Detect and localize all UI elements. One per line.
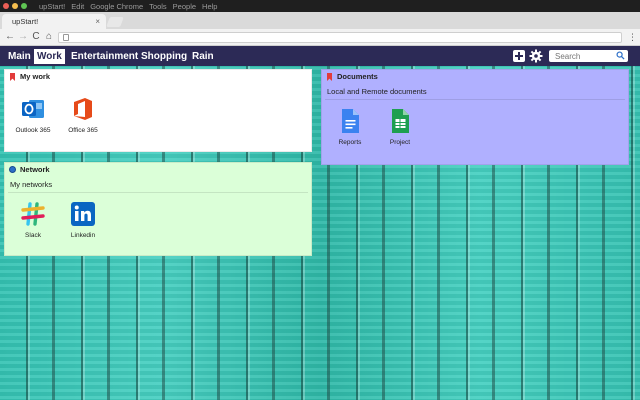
- tile-label: Linkedin: [70, 232, 96, 239]
- maximize-window-button[interactable]: [21, 3, 27, 9]
- office-icon: [70, 96, 96, 122]
- tile-reports[interactable]: Reports: [328, 108, 372, 146]
- close-window-button[interactable]: [3, 3, 9, 9]
- nav-main[interactable]: Main: [5, 49, 34, 64]
- tile-label: Office 365: [68, 127, 98, 134]
- browser-toolbar: ← → C ⌂ ⋮: [0, 29, 640, 46]
- panel-title: Network: [20, 165, 50, 174]
- panel-divider: [325, 99, 625, 100]
- sheets-icon: [387, 108, 413, 134]
- panel-header: Documents: [322, 70, 628, 83]
- page-background: Main Work Entertainment Shopping Rain My…: [0, 46, 640, 400]
- tile-label: Reports: [338, 139, 362, 146]
- window-titlebar: upStart! Edit Google Chrome Tools People…: [0, 0, 640, 12]
- page-icon: [63, 34, 69, 41]
- search-icon[interactable]: [616, 51, 625, 60]
- panel-divider: [8, 192, 308, 193]
- forward-icon[interactable]: →: [17, 30, 29, 44]
- tile-project[interactable]: Project: [378, 108, 422, 146]
- tile-outlook-365[interactable]: Outlook 365: [11, 96, 55, 134]
- search-box: [549, 50, 628, 62]
- tile-linkedin[interactable]: Linkedin: [61, 201, 105, 239]
- tab-title: upStart!: [12, 17, 39, 26]
- app-nav-bar: Main Work Entertainment Shopping Rain: [0, 46, 640, 66]
- menu-people[interactable]: People: [173, 1, 196, 12]
- tile-label: Slack: [25, 232, 41, 239]
- menu-tools[interactable]: Tools: [149, 1, 167, 12]
- tile-label: Project: [389, 139, 411, 146]
- nav-rain[interactable]: Rain: [189, 49, 217, 64]
- tab-strip: upStart! ×: [0, 12, 640, 29]
- globe-icon: [9, 166, 16, 173]
- panel-title: Documents: [337, 72, 378, 81]
- tile-slack[interactable]: Slack: [11, 201, 55, 239]
- menu-help[interactable]: Help: [202, 1, 217, 12]
- outlook-icon: [20, 96, 46, 122]
- nav-entertainment[interactable]: Entertainment: [68, 49, 141, 64]
- menu-app[interactable]: upStart!: [39, 1, 65, 12]
- panel-subtitle: My networks: [10, 180, 53, 189]
- panel-header: Network: [5, 163, 311, 176]
- slack-icon: [20, 201, 46, 227]
- minimize-window-button[interactable]: [12, 3, 18, 9]
- panel-header: My work: [5, 70, 311, 83]
- nav-shopping[interactable]: Shopping: [138, 49, 190, 64]
- address-bar[interactable]: [58, 32, 622, 43]
- reload-icon[interactable]: C: [30, 30, 42, 44]
- app-menu-bar: upStart! Edit Google Chrome Tools People…: [39, 1, 217, 12]
- bookmark-icon: [327, 73, 332, 81]
- back-icon[interactable]: ←: [4, 30, 16, 44]
- panel-my-work: My work Outlook 365 Office 365: [4, 69, 312, 152]
- menu-browser[interactable]: Google Chrome: [90, 1, 143, 12]
- plus-icon[interactable]: [512, 49, 526, 63]
- browser-menu-icon[interactable]: ⋮: [628, 30, 637, 44]
- bookmark-icon: [10, 73, 15, 81]
- panel-documents: Documents Local and Remote documents Rep…: [321, 69, 629, 165]
- search-input[interactable]: [549, 50, 615, 62]
- nav-work[interactable]: Work: [34, 49, 65, 64]
- menu-edit[interactable]: Edit: [71, 1, 84, 12]
- tile-label: Outlook 365: [15, 127, 51, 134]
- panel-subtitle: Local and Remote documents: [327, 87, 427, 96]
- linkedin-icon: [70, 201, 96, 227]
- tile-office-365[interactable]: Office 365: [61, 96, 105, 134]
- browser-tab[interactable]: upStart! ×: [2, 14, 106, 29]
- gear-icon[interactable]: [529, 49, 543, 63]
- home-icon[interactable]: ⌂: [43, 30, 55, 44]
- panel-network: Network My networks Slack Linkedin: [4, 162, 312, 256]
- new-tab-button[interactable]: [106, 17, 124, 27]
- docs-icon: [337, 108, 363, 134]
- panel-title: My work: [20, 72, 51, 81]
- close-tab-icon[interactable]: ×: [95, 14, 100, 29]
